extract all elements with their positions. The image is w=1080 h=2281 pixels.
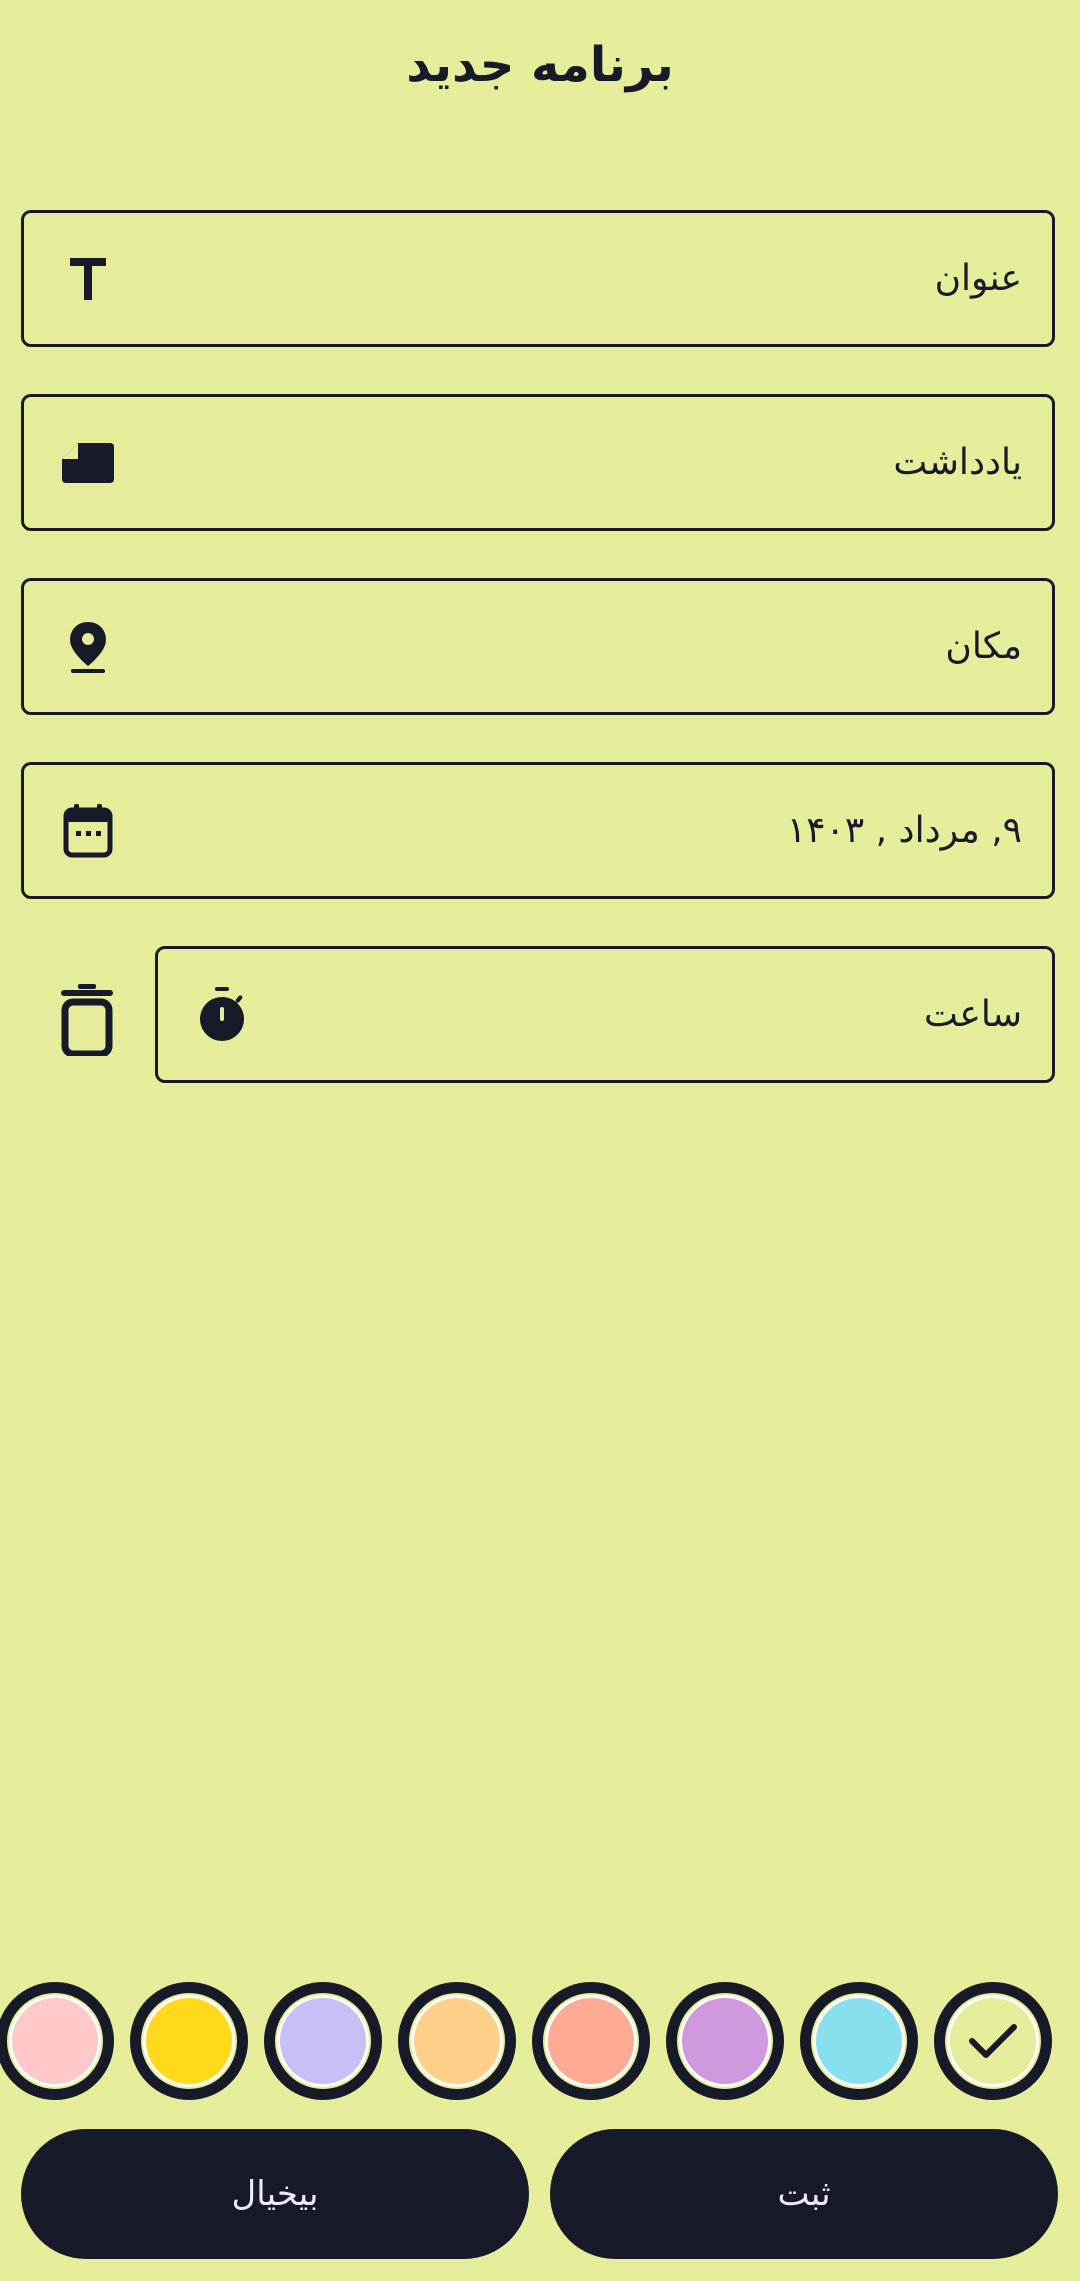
title-field-placeholder: عنوان	[934, 258, 1022, 299]
color-swatch-cyan[interactable]	[800, 1982, 918, 2100]
time-field-placeholder: ساعت	[924, 994, 1022, 1035]
submit-button[interactable]: ثبت	[550, 2129, 1058, 2259]
page-title: برنامه جدید	[406, 37, 674, 93]
note-field[interactable]: یادداشت	[21, 394, 1055, 531]
location-pin-icon	[60, 619, 116, 675]
cancel-button[interactable]: بیخیال	[21, 2129, 529, 2259]
location-field-placeholder: مکان	[945, 626, 1022, 667]
text-icon	[60, 251, 116, 307]
note-field-placeholder: یادداشت	[893, 442, 1022, 483]
color-swatch-pink[interactable]	[0, 1982, 114, 2100]
date-field-value: ۹, مرداد , ۱۴۰۳	[786, 810, 1022, 851]
title-field[interactable]: عنوان	[21, 210, 1055, 347]
calendar-icon	[60, 803, 116, 859]
color-swatch-lavender[interactable]	[264, 1982, 382, 2100]
note-icon	[60, 435, 116, 491]
location-field[interactable]: مکان	[21, 578, 1055, 715]
color-picker	[0, 1982, 1080, 2100]
color-swatch-yellow[interactable]	[130, 1982, 248, 2100]
date-field[interactable]: ۹, مرداد , ۱۴۰۳	[21, 762, 1055, 899]
checkmark-icon	[969, 2024, 1017, 2058]
color-swatch-lime-selected[interactable]	[934, 1982, 1052, 2100]
time-field[interactable]: ساعت	[155, 946, 1055, 1083]
color-swatch-peach[interactable]	[398, 1982, 516, 2100]
color-swatch-salmon[interactable]	[532, 1982, 650, 2100]
stopwatch-icon	[194, 986, 250, 1043]
trash-icon[interactable]	[58, 984, 116, 1058]
color-swatch-purple[interactable]	[666, 1982, 784, 2100]
